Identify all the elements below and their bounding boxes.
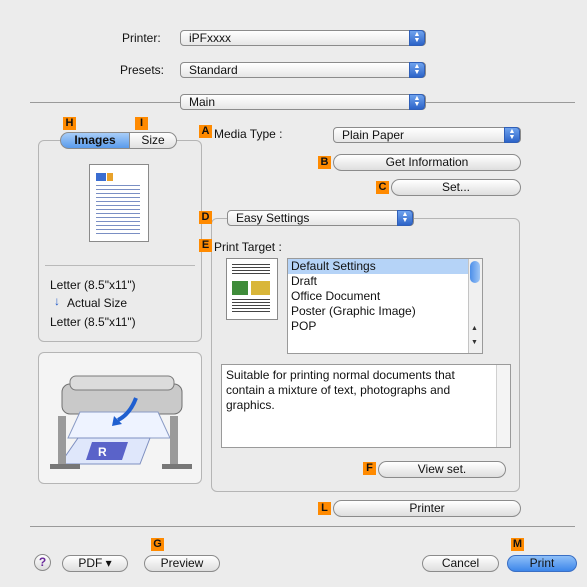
tag-d: D (199, 211, 212, 224)
actual-size-label: Actual Size (67, 296, 128, 310)
scroll-up-icon[interactable]: ▲ (471, 325, 478, 332)
print-target-label: Print Target : (214, 240, 282, 254)
list-item[interactable]: POP (288, 319, 482, 334)
paper-size-label: Letter (8.5"x11") (50, 278, 136, 292)
tag-m: M (511, 538, 524, 551)
thumbnail-text-lines (96, 185, 140, 235)
doc-text-lines (232, 299, 270, 313)
popup-arrows-icon: ▲ ▼ (409, 94, 425, 110)
list-item[interactable]: Default Settings (288, 259, 482, 274)
printer-label: Printer: (122, 31, 161, 45)
tag-b: B (318, 156, 331, 169)
description-text: Suitable for printing normal documents t… (226, 368, 455, 412)
preview-button[interactable]: Preview (144, 555, 220, 572)
scroll-thumb[interactable] (470, 261, 480, 283)
arrow-down-icon: ↓ (54, 294, 60, 308)
preview-separator (45, 265, 195, 266)
tag-g: G (151, 538, 164, 551)
print-target-list[interactable]: Default Settings Draft Office Document P… (287, 258, 483, 354)
page-thumbnail (89, 164, 149, 242)
popup-arrows-icon: ▲ ▼ (409, 30, 425, 46)
bottom-separator (30, 526, 575, 527)
popup-arrows-icon: ▲ ▼ (504, 127, 520, 143)
list-item[interactable]: Office Document (288, 289, 482, 304)
panel-select[interactable]: Main ▲ ▼ (180, 94, 426, 110)
tab-size[interactable]: Size (129, 132, 177, 149)
pdf-button[interactable]: PDF ▾ (62, 555, 128, 572)
tag-l: L (318, 502, 331, 515)
presets-select-value: Standard (189, 63, 238, 77)
tag-e: E (199, 239, 212, 252)
help-button[interactable]: ? (34, 554, 51, 571)
description-scrollbar[interactable] (496, 365, 510, 447)
printer-select-value: iPFxxxx (189, 31, 231, 45)
print-target-preview-icon (226, 258, 278, 320)
tag-a: A (199, 125, 212, 138)
panel-select-value: Main (189, 95, 216, 109)
cancel-button[interactable]: Cancel (422, 555, 499, 572)
view-set-button[interactable]: View set. (378, 461, 506, 478)
list-item[interactable]: Poster (Graphic Image) (288, 304, 482, 319)
get-information-button[interactable]: Get Information (333, 154, 521, 171)
media-type-value: Plain Paper (342, 128, 405, 142)
media-type-select[interactable]: Plain Paper ▲ ▼ (333, 127, 521, 143)
list-scrollbar[interactable]: ▲ ▼ (468, 259, 482, 353)
settings-mode-value: Easy Settings (236, 211, 310, 225)
media-type-label: Media Type : (214, 127, 283, 141)
output-size-label: Letter (8.5"x11") (50, 315, 136, 329)
print-button[interactable]: Print (507, 555, 577, 572)
scroll-down-icon[interactable]: ▼ (471, 339, 478, 346)
presets-select[interactable]: Standard ▲ ▼ (180, 62, 426, 78)
list-item[interactable]: Draft (288, 274, 482, 289)
set-button[interactable]: Set... (391, 179, 521, 196)
printer-select[interactable]: iPFxxxx ▲ ▼ (180, 30, 426, 46)
printer-illustration-icon: R (50, 375, 192, 469)
settings-mode-select[interactable]: Easy Settings ▲ ▼ (227, 210, 414, 226)
popup-arrows-icon: ▲ ▼ (409, 62, 425, 78)
tag-i: I (135, 117, 148, 130)
tag-c: C (376, 181, 389, 194)
doc-photo-icon (232, 281, 248, 295)
doc-graphic-icon (251, 281, 270, 295)
presets-label: Presets: (120, 63, 165, 77)
tab-images[interactable]: Images (60, 132, 130, 149)
doc-text-lines (232, 264, 270, 276)
description-box: Suitable for printing normal documents t… (221, 364, 511, 448)
thumbnail-image-icon (96, 173, 106, 181)
svg-text:R: R (98, 445, 107, 459)
popup-arrows-icon: ▲ ▼ (397, 210, 413, 226)
tag-h: H (63, 117, 76, 130)
tag-f: F (363, 462, 376, 475)
printer-button[interactable]: Printer (333, 500, 521, 517)
thumbnail-graphic-icon (107, 173, 113, 181)
